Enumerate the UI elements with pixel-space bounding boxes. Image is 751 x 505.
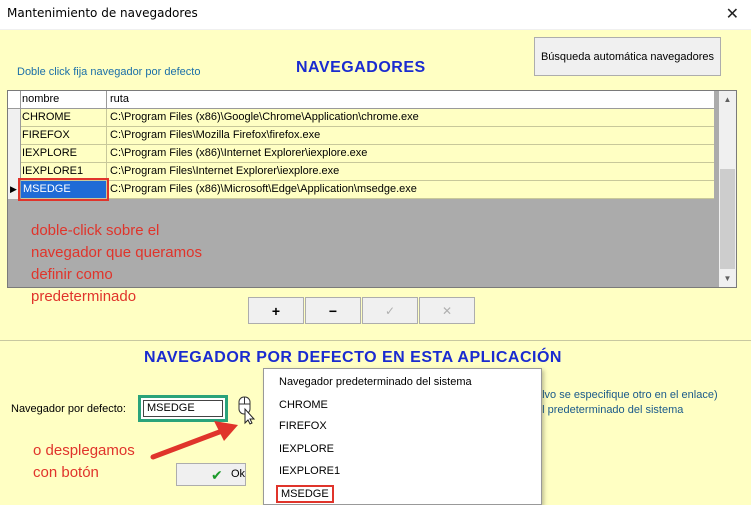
side-note: el predeterminado del sistema — [536, 404, 684, 416]
header-indicator — [8, 91, 21, 109]
close-icon[interactable]: ✕ — [726, 4, 739, 23]
window-title: Mantenimiento de navegadores — [7, 6, 198, 20]
browsers-heading: NAVEGADORES — [296, 59, 426, 76]
table-row[interactable]: IEXPLORE1 C:\Program Files\Internet Expl… — [8, 163, 714, 181]
table-row[interactable]: IEXPLORE C:\Program Files (x86)\Internet… — [8, 145, 714, 163]
cell-name[interactable]: IEXPLORE1 — [22, 165, 83, 177]
dropdown-option[interactable]: IEXPLORE1 — [279, 465, 340, 477]
annotation-arrow-icon — [150, 421, 238, 460]
title-bar: Mantenimiento de navegadores ✕ — [0, 0, 751, 30]
dropdown-option[interactable]: Navegador predeterminado del sistema — [279, 376, 472, 388]
table-row[interactable]: FIREFOX C:\Program Files\Mozilla Firefox… — [8, 127, 714, 145]
dropdown-option[interactable]: IEXPLORE — [279, 443, 334, 455]
current-row-arrow-icon[interactable]: ▶ — [8, 181, 21, 199]
column-header-path[interactable]: ruta — [110, 93, 129, 105]
remove-button[interactable]: − — [305, 297, 361, 324]
grid-scrollbar[interactable]: ▲ ▼ — [719, 91, 736, 287]
cell-path[interactable]: C:\Program Files (x86)\Internet Explorer… — [110, 147, 367, 159]
cell-path[interactable]: C:\Program Files\Mozilla Firefox\firefox… — [110, 129, 320, 141]
cell-path[interactable]: C:\Program Files\Internet Explorer\iexpl… — [110, 165, 339, 177]
dropdown-option[interactable]: CHROME — [279, 399, 328, 411]
cell-name[interactable]: MSEDGE — [18, 178, 109, 201]
auto-search-button[interactable]: Búsqueda automática navegadores — [534, 37, 721, 76]
column-header-name[interactable]: nombre — [22, 93, 59, 105]
grid-rows: CHROME C:\Program Files (x86)\Google\Chr… — [8, 109, 714, 201]
default-browser-label: Navegador por defecto: — [11, 403, 126, 415]
table-row[interactable]: CHROME C:\Program Files (x86)\Google\Chr… — [8, 109, 714, 127]
cell-path[interactable]: C:\Program Files (x86)\Microsoft\Edge\Ap… — [110, 183, 417, 195]
row-indicator[interactable] — [8, 127, 21, 145]
default-browser-heading: NAVEGADOR POR DEFECTO EN ESTA APLICACIÓN — [144, 349, 562, 366]
ok-button[interactable]: ✔ Ok — [176, 463, 246, 486]
cell-name[interactable]: IEXPLORE — [22, 147, 77, 159]
side-note: alvo se especifique otro en el enlace) — [536, 389, 718, 401]
table-row-selected[interactable]: ▶ MSEDGE C:\Program Files (x86)\Microsof… — [8, 178, 714, 201]
scroll-up-icon[interactable]: ▲ — [719, 91, 736, 108]
cell-path[interactable]: C:\Program Files (x86)\Google\Chrome\App… — [110, 111, 419, 123]
confirm-button[interactable]: ✓ — [362, 297, 418, 324]
dropdown-option-selected[interactable]: MSEDGE — [276, 485, 334, 503]
scroll-thumb[interactable] — [720, 169, 735, 269]
grid-toolbar: + − ✓ ✕ — [248, 297, 476, 324]
annotation-dblclick: doble-click sobre el navegador que quera… — [31, 222, 202, 305]
row-indicator[interactable] — [8, 145, 21, 163]
browser-dropdown-list[interactable]: Navegador predeterminado del sistema CHR… — [263, 368, 542, 505]
cell-name[interactable]: CHROME — [22, 111, 71, 123]
cancel-button[interactable]: ✕ — [419, 297, 475, 324]
cell-name[interactable]: FIREFOX — [22, 129, 70, 141]
scroll-down-icon[interactable]: ▼ — [719, 270, 736, 287]
annotation-dropdown: o desplegamos con botón — [33, 442, 135, 481]
dblclick-hint: Doble click fija navegador por defecto — [17, 66, 201, 78]
check-icon: ✔ — [211, 467, 223, 483]
row-indicator[interactable] — [8, 163, 21, 181]
add-button[interactable]: + — [248, 297, 304, 324]
grid-header: nombre ruta — [8, 91, 714, 109]
row-indicator[interactable] — [8, 109, 21, 127]
dropdown-option[interactable]: FIREFOX — [279, 420, 327, 432]
